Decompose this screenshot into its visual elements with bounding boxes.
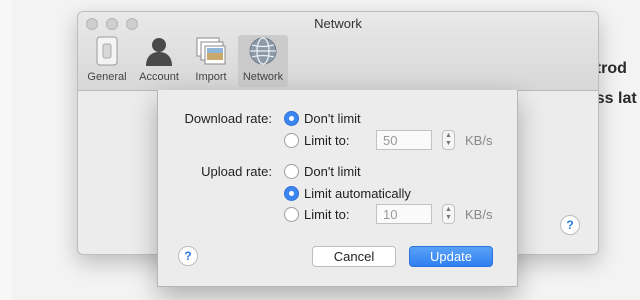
stepper-up-icon: ▲: [445, 206, 452, 213]
upload-limit-stepper[interactable]: ▲ ▼: [442, 204, 455, 224]
upload-limit-label: Limit to:: [304, 207, 350, 222]
sheet-help-button[interactable]: ?: [178, 246, 198, 266]
upload-limit-radio[interactable]: [284, 207, 299, 222]
upload-no-limit-radio[interactable]: [284, 164, 299, 179]
background-edge: [0, 0, 12, 300]
network-settings-sheet: Download rate: Don't limit Limit to: 50 …: [157, 90, 518, 287]
upload-rate-label: Upload rate:: [201, 164, 272, 179]
tab-import[interactable]: Import: [186, 35, 236, 87]
upload-limit-option[interactable]: Limit to:: [284, 207, 350, 222]
tab-general-label: General: [87, 71, 127, 83]
tab-network[interactable]: Network: [238, 35, 288, 87]
cancel-button[interactable]: Cancel: [312, 246, 396, 267]
upload-auto-option[interactable]: Limit automatically: [284, 186, 411, 201]
download-limit-stepper[interactable]: ▲ ▼: [442, 130, 455, 150]
upload-auto-label: Limit automatically: [304, 186, 411, 201]
download-no-limit-radio[interactable]: [284, 111, 299, 126]
tab-general[interactable]: General: [82, 35, 132, 87]
download-rate-label: Download rate:: [184, 111, 272, 126]
download-no-limit-label: Don't limit: [304, 111, 361, 126]
download-limit-option[interactable]: Limit to:: [284, 133, 350, 148]
stepper-up-icon: ▲: [445, 132, 452, 139]
upload-no-limit-option[interactable]: Don't limit: [284, 164, 361, 179]
stepper-down-icon: ▼: [445, 140, 452, 147]
upload-auto-radio[interactable]: [284, 186, 299, 201]
download-unit-label: KB/s: [465, 133, 493, 148]
globe-icon: [247, 35, 279, 67]
download-limit-radio[interactable]: [284, 133, 299, 148]
upload-limit-field[interactable]: 10: [376, 204, 432, 224]
upload-unit-label: KB/s: [465, 207, 493, 222]
download-limit-field[interactable]: 50: [376, 130, 432, 150]
update-button[interactable]: Update: [409, 246, 493, 267]
tab-account-label: Account: [139, 71, 179, 83]
download-limit-label: Limit to:: [304, 133, 350, 148]
person-icon: [143, 35, 175, 67]
download-no-limit-option[interactable]: Don't limit: [284, 111, 361, 126]
preferences-toolbar: General Account Import Network: [82, 35, 290, 87]
window-title: Network: [314, 16, 362, 31]
tab-import-label: Import: [195, 71, 227, 83]
window-titlebar: Network General Account Import Network: [78, 12, 598, 91]
upload-no-limit-label: Don't limit: [304, 164, 361, 179]
stepper-down-icon: ▼: [445, 214, 452, 221]
switch-icon: [91, 35, 123, 67]
photos-icon: [195, 35, 227, 67]
window-help-button[interactable]: ?: [560, 215, 580, 235]
tab-account[interactable]: Account: [134, 35, 184, 87]
tab-network-label: Network: [242, 71, 284, 83]
